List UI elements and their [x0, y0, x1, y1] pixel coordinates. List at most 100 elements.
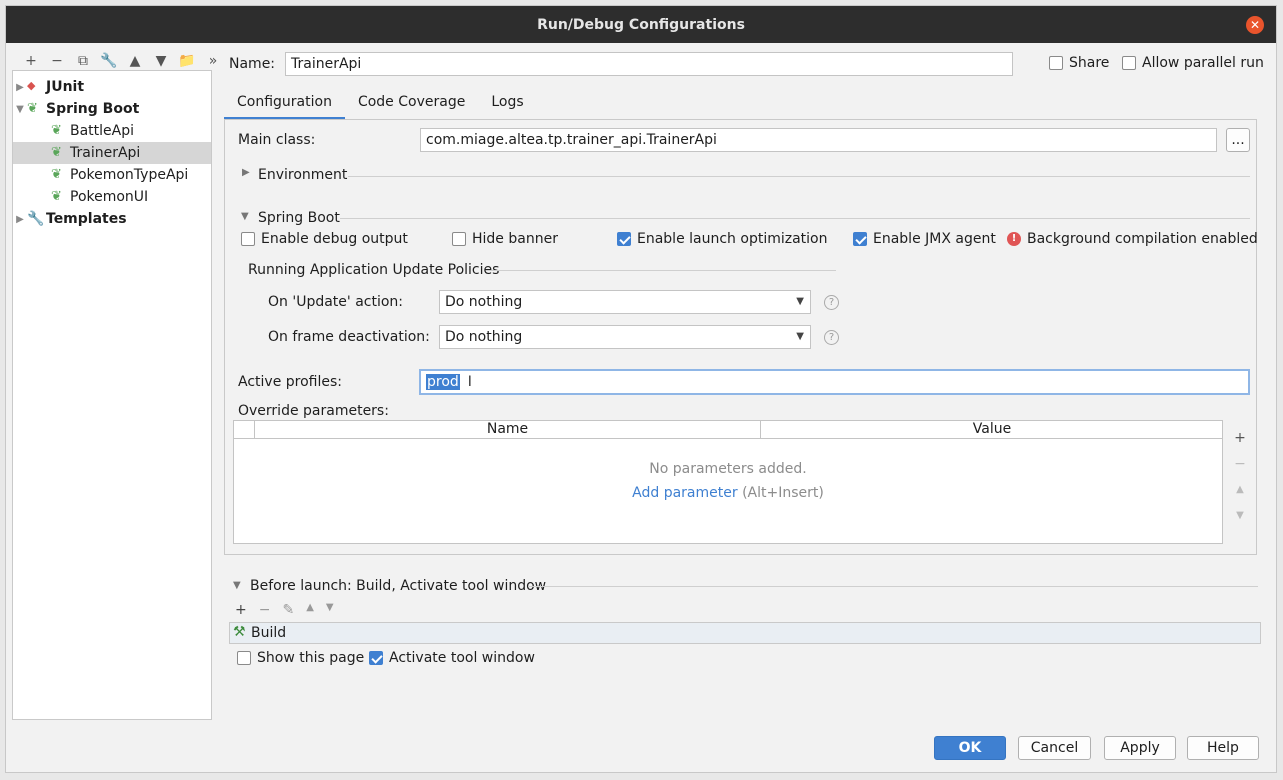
move-up-icon[interactable]: ▲: [1230, 484, 1250, 495]
expand-arrow-icon[interactable]: ▶: [13, 214, 27, 225]
background-compilation-warning: ! Background compilation enabled: [1007, 231, 1258, 247]
hammer-icon: ⚒: [233, 624, 246, 640]
cancel-button[interactable]: Cancel: [1018, 736, 1091, 760]
tree-item-templates[interactable]: ▶ 🔧 Templates: [13, 208, 211, 230]
column-name[interactable]: Name: [255, 421, 760, 437]
show-this-page-label: Show this page: [257, 650, 365, 666]
hide-banner-checkbox[interactable]: Hide banner: [452, 231, 558, 247]
environment-section[interactable]: Environment: [258, 167, 347, 183]
apply-button[interactable]: Apply: [1104, 736, 1176, 760]
spring-leaf-icon: ❦: [51, 145, 62, 160]
name-input[interactable]: TrainerApi: [285, 52, 1013, 76]
launch-optimization-checkbox[interactable]: Enable launch optimization: [617, 231, 827, 247]
launch-optimization-label: Enable launch optimization: [637, 231, 828, 247]
tree-item-trainerapi[interactable]: ❦ TrainerApi: [13, 142, 211, 164]
move-up-icon[interactable]: ▲: [306, 602, 314, 618]
remove-icon[interactable]: −: [1230, 456, 1250, 472]
move-up-icon[interactable]: ▲: [122, 53, 148, 69]
remove-icon[interactable]: −: [44, 53, 70, 69]
tree-item-label: JUnit: [46, 79, 85, 95]
spring-leaf-icon: ❦: [51, 167, 62, 182]
help-icon[interactable]: ?: [824, 295, 839, 310]
tab-code-coverage[interactable]: Code Coverage: [345, 86, 478, 120]
build-task-row[interactable]: ⚒ Build: [229, 622, 1261, 644]
browse-button[interactable]: ...: [1226, 128, 1250, 152]
checkbox-box[interactable]: [853, 232, 867, 246]
divider: [348, 176, 1250, 177]
hide-banner-label: Hide banner: [472, 231, 558, 247]
empty-message: No parameters added.: [649, 461, 807, 477]
allow-parallel-checkbox[interactable]: Allow parallel run: [1122, 55, 1264, 71]
spring-leaf-icon: ❦: [51, 189, 62, 204]
build-task-label: Build: [251, 625, 287, 641]
active-profiles-input[interactable]: prod I: [419, 369, 1250, 395]
enable-debug-checkbox[interactable]: Enable debug output: [241, 231, 408, 247]
close-icon[interactable]: ✕: [1246, 16, 1264, 34]
tree-item-junit[interactable]: ▶ ◆ JUnit: [13, 76, 211, 98]
add-icon[interactable]: +: [1230, 430, 1250, 446]
spring-leaf-icon: ❦: [51, 123, 62, 138]
update-action-select[interactable]: Do nothing ▼: [439, 290, 811, 314]
copy-icon[interactable]: ⧉: [70, 53, 96, 69]
tree-item-label: TrainerApi: [70, 145, 141, 161]
share-checkbox[interactable]: Share: [1049, 55, 1109, 71]
allow-parallel-label: Allow parallel run: [1142, 55, 1264, 71]
checkbox-box[interactable]: [617, 232, 631, 246]
move-down-icon[interactable]: ▼: [326, 602, 334, 618]
activate-tool-window-checkbox[interactable]: Activate tool window: [369, 650, 535, 666]
move-down-icon[interactable]: ▼: [1230, 510, 1250, 521]
expand-arrow-icon[interactable]: ▶: [13, 82, 27, 93]
activate-tool-window-label: Activate tool window: [389, 650, 535, 666]
text-cursor-icon: I: [467, 374, 472, 390]
checkbox-box[interactable]: [452, 232, 466, 246]
edit-icon[interactable]: ✎: [282, 602, 294, 618]
tab-bar: Configuration Code Coverage Logs: [224, 86, 537, 120]
title-bar: Run/Debug Configurations ✕: [6, 6, 1276, 43]
policies-label: Running Application Update Policies: [248, 262, 500, 278]
folder-icon[interactable]: 📁: [174, 53, 200, 69]
expand-arrow-icon[interactable]: ▶: [242, 167, 250, 178]
tree-item-pokemonui[interactable]: ❦ PokemonUI: [13, 186, 211, 208]
checkbox-box[interactable]: [369, 651, 383, 665]
spring-boot-section[interactable]: Spring Boot: [258, 210, 340, 226]
checkbox-box[interactable]: [241, 232, 255, 246]
more-icon[interactable]: »: [200, 53, 226, 69]
column-value[interactable]: Value: [761, 421, 1223, 437]
share-label: Share: [1069, 55, 1110, 71]
checkbox-box[interactable]: [1122, 56, 1136, 70]
collapse-arrow-icon[interactable]: ▼: [13, 104, 27, 115]
remove-icon[interactable]: −: [259, 602, 271, 618]
add-icon[interactable]: +: [235, 602, 247, 618]
before-launch-header[interactable]: Before launch: Build, Activate tool wind…: [250, 578, 546, 594]
name-label: Name:: [229, 56, 276, 72]
collapse-arrow-icon[interactable]: ▼: [233, 580, 241, 591]
wrench-icon[interactable]: 🔧: [96, 53, 122, 69]
active-profiles-label: Active profiles:: [238, 374, 342, 390]
tree-item-pokemontypeapi[interactable]: ❦ PokemonTypeApi: [13, 164, 211, 186]
jmx-agent-checkbox[interactable]: Enable JMX agent: [853, 231, 996, 247]
background-compilation-label: Background compilation enabled: [1027, 231, 1258, 247]
show-this-page-checkbox[interactable]: Show this page: [237, 650, 364, 666]
config-tree: ▶ ◆ JUnit ▼ ❦ Spring Boot ❦ BattleApi ❦ …: [12, 70, 212, 720]
spring-leaf-icon: ❦: [27, 101, 38, 116]
checkbox-box[interactable]: [1049, 56, 1063, 70]
frame-deactivation-label: On frame deactivation:: [268, 329, 430, 345]
tree-item-battleapi[interactable]: ❦ BattleApi: [13, 120, 211, 142]
tree-item-label: Templates: [46, 211, 127, 227]
tab-configuration[interactable]: Configuration: [224, 86, 345, 120]
help-button[interactable]: Help: [1187, 736, 1259, 760]
frame-deactivation-select[interactable]: Do nothing ▼: [439, 325, 811, 349]
collapse-arrow-icon[interactable]: ▼: [241, 211, 249, 222]
jmx-agent-label: Enable JMX agent: [873, 231, 996, 247]
add-parameter-hint: (Alt+Insert): [742, 485, 824, 501]
add-icon[interactable]: +: [18, 53, 44, 69]
tab-logs[interactable]: Logs: [478, 86, 536, 120]
help-icon[interactable]: ?: [824, 330, 839, 345]
add-parameter-link[interactable]: Add parameter: [632, 485, 737, 501]
checkbox-box[interactable]: [237, 651, 251, 665]
move-down-icon[interactable]: ▼: [148, 53, 174, 69]
ok-button[interactable]: OK: [934, 736, 1006, 760]
wrench-icon: 🔧: [27, 211, 45, 227]
tree-item-spring-boot[interactable]: ▼ ❦ Spring Boot: [13, 98, 211, 120]
main-class-input[interactable]: com.miage.altea.tp.trainer_api.TrainerAp…: [420, 128, 1217, 152]
